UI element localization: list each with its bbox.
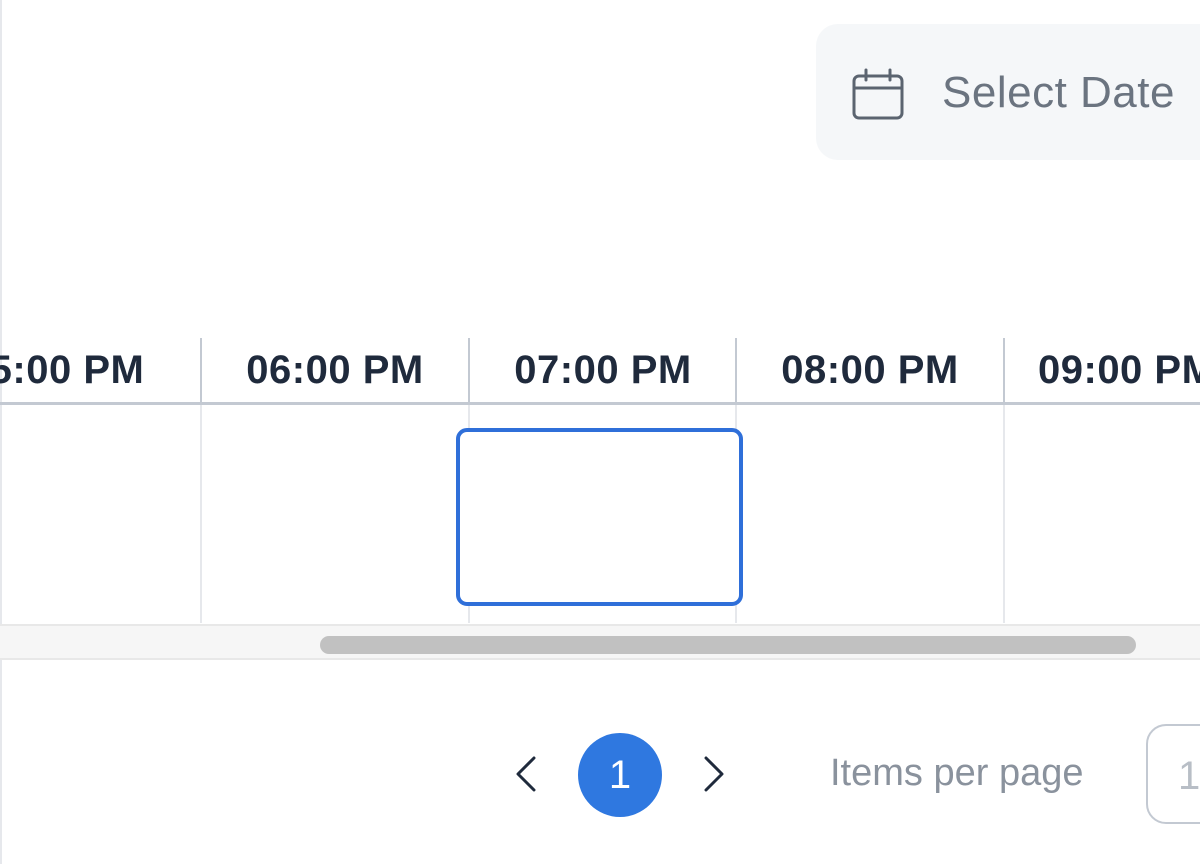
hour-header-5pm: 5:00 PM	[0, 347, 145, 392]
cell-divider	[200, 405, 202, 623]
hour-header-9pm: 09:00 PM	[1038, 347, 1200, 392]
chevron-left-icon	[516, 756, 536, 792]
left-edge-border	[0, 0, 2, 864]
items-per-page-value: 10	[1178, 754, 1200, 798]
date-picker-label: Select Date	[942, 68, 1175, 117]
hour-header-6pm: 06:00 PM	[246, 347, 424, 392]
calendar-icon	[852, 68, 904, 120]
date-picker-button[interactable]: Select Date	[816, 24, 1200, 160]
cell-divider	[1003, 405, 1005, 623]
next-page-button[interactable]	[692, 750, 736, 798]
items-per-page-select[interactable]: 10	[1146, 724, 1200, 824]
horizontal-scrollbar-thumb[interactable]	[320, 636, 1136, 654]
header-bottom-border	[0, 402, 1200, 405]
previous-page-button[interactable]	[504, 750, 548, 798]
page-1-button[interactable]: 1	[578, 733, 662, 817]
hour-header-8pm: 08:00 PM	[781, 347, 959, 392]
schedule-header-row: 5:00 PM 06:00 PM 07:00 PM 08:00 PM 09:00…	[0, 338, 1200, 404]
items-per-page-label: Items per page	[830, 752, 1084, 794]
chevron-right-icon	[704, 756, 724, 792]
hour-header-7pm: 07:00 PM	[514, 347, 692, 392]
selected-time-slot[interactable]	[456, 428, 743, 606]
